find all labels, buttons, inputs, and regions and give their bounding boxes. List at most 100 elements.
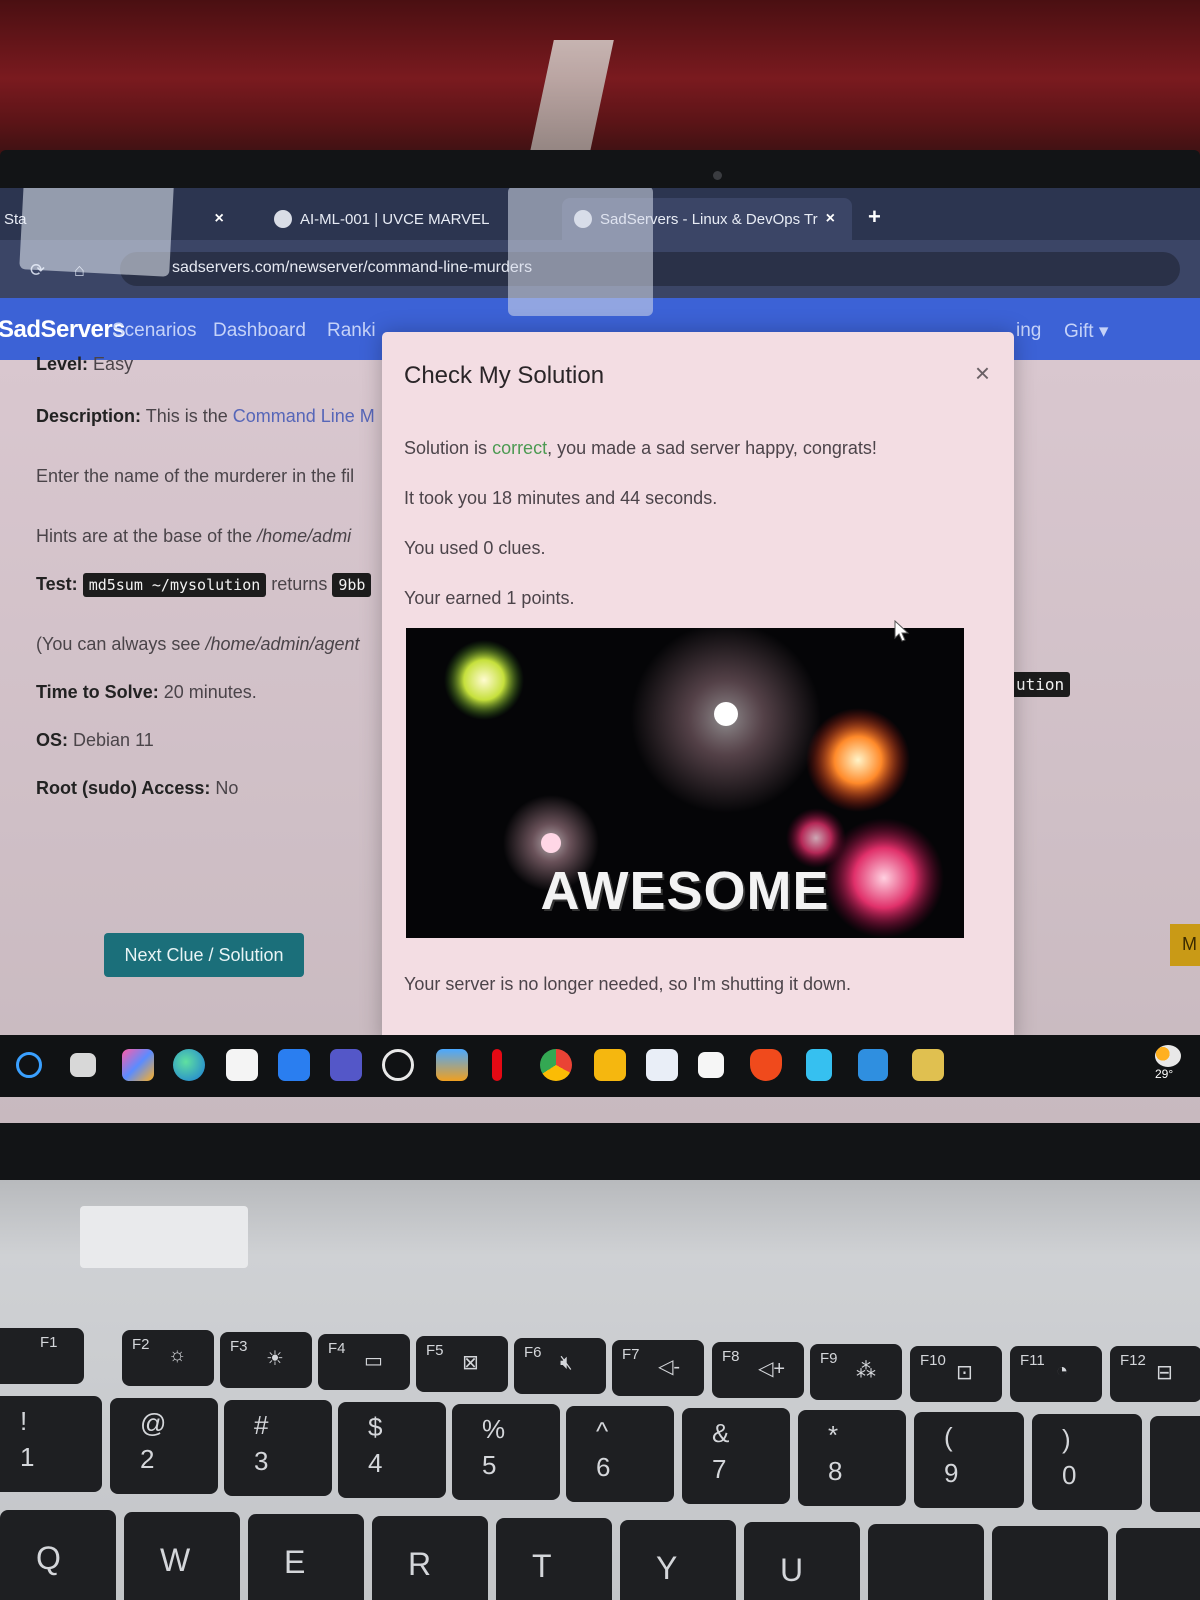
key-7[interactable]: & 7 bbox=[682, 1408, 790, 1504]
key-4[interactable]: $4 bbox=[338, 1402, 446, 1498]
shutdown-message: Your server is no longer needed, so I'm … bbox=[404, 974, 852, 994]
screen-off-icon: ⊠ bbox=[462, 1352, 479, 1374]
key-i[interactable] bbox=[868, 1524, 984, 1600]
key-1[interactable]: ! 1 bbox=[0, 1396, 102, 1492]
level-line: Level: Easy bbox=[36, 354, 134, 374]
key-2[interactable]: @2 bbox=[110, 1398, 218, 1494]
key-y[interactable]: Y bbox=[620, 1520, 736, 1600]
key-5[interactable]: % 5 bbox=[452, 1404, 560, 1500]
test-line: Test: md5sum ~/mysolution returns 9bb bbox=[36, 573, 372, 597]
netflix-icon[interactable] bbox=[492, 1049, 502, 1081]
key-f1[interactable]: F1 bbox=[0, 1328, 84, 1384]
key-f11[interactable]: F11 ◔ bbox=[1010, 1346, 1102, 1402]
key-r[interactable]: R bbox=[372, 1516, 488, 1600]
mute-icon: 🔇︎ bbox=[560, 1352, 573, 1374]
os-line: OS: Debian 11 bbox=[36, 730, 154, 750]
screen-glare bbox=[19, 188, 175, 277]
whiteboard-icon[interactable] bbox=[646, 1049, 678, 1081]
key-3[interactable]: #3 bbox=[224, 1400, 332, 1496]
teams-icon[interactable] bbox=[330, 1049, 362, 1081]
key-t[interactable]: T bbox=[496, 1518, 612, 1600]
key-9[interactable]: (9 bbox=[914, 1412, 1024, 1508]
camera-lock-icon: ⊡ bbox=[956, 1362, 973, 1384]
key-0[interactable]: ) 0 bbox=[1032, 1414, 1142, 1510]
performance-icon: ◔ bbox=[1056, 1360, 1069, 1382]
nav-dashboard[interactable]: Dashboard bbox=[213, 320, 306, 342]
edge-icon[interactable] bbox=[173, 1049, 205, 1081]
vscode-icon[interactable] bbox=[858, 1049, 888, 1081]
nav-ranking[interactable]: Ranki bbox=[327, 320, 376, 342]
brightness-up-icon: ☀ bbox=[266, 1348, 284, 1370]
notepad-icon[interactable] bbox=[806, 1049, 832, 1081]
key-f5[interactable]: F5 ⊠ bbox=[416, 1336, 508, 1392]
slack-icon[interactable] bbox=[912, 1049, 944, 1081]
nav-right-link[interactable]: ing bbox=[1016, 320, 1041, 342]
awesome-text: AWESOME bbox=[540, 861, 830, 921]
key-f6[interactable]: F6 🔇︎ bbox=[514, 1338, 606, 1394]
key-f10[interactable]: F10 ⊡ bbox=[910, 1346, 1002, 1402]
hints-line: Hints are at the base of the /home/admi bbox=[36, 526, 352, 546]
new-tab-button[interactable]: + bbox=[868, 204, 881, 230]
modal-title: Check My Solution bbox=[404, 362, 605, 389]
check-solution-modal: Check My Solution × Solution is correct,… bbox=[382, 332, 1014, 1044]
command-line-murders-link[interactable]: Command Line M bbox=[233, 406, 375, 426]
key-q[interactable]: Q bbox=[0, 1510, 116, 1600]
windows-taskbar: 29° bbox=[0, 1035, 1200, 1097]
description-line: Description: This is the Command Line M bbox=[36, 406, 375, 426]
quick-assist-icon[interactable] bbox=[278, 1049, 310, 1081]
close-icon[interactable]: × bbox=[826, 210, 835, 228]
close-icon[interactable]: × bbox=[215, 210, 224, 228]
nav-scenarios[interactable]: Scenarios bbox=[112, 320, 197, 342]
key-f8[interactable]: F8 ◁+ bbox=[712, 1342, 804, 1398]
file-explorer-icon[interactable] bbox=[594, 1049, 626, 1081]
brave-icon[interactable] bbox=[750, 1049, 782, 1081]
search-icon[interactable] bbox=[16, 1052, 42, 1078]
key-f7[interactable]: F7 ◁- bbox=[612, 1340, 704, 1396]
key-p[interactable] bbox=[1116, 1528, 1200, 1600]
key-f2[interactable]: F2 ☼ bbox=[122, 1330, 214, 1386]
key-f9[interactable]: F9 ⁂ bbox=[810, 1344, 902, 1400]
screen-glare bbox=[508, 188, 653, 316]
chatgpt-icon[interactable] bbox=[382, 1049, 414, 1081]
key-u[interactable]: U bbox=[744, 1522, 860, 1600]
root-access-line: Root (sudo) Access: No bbox=[36, 778, 239, 798]
laptop-hinge bbox=[80, 1206, 248, 1268]
store-icon[interactable] bbox=[226, 1049, 258, 1081]
key-f4[interactable]: F4 ▭ bbox=[318, 1334, 410, 1390]
photos-icon[interactable] bbox=[436, 1049, 468, 1081]
awesome-fireworks-gif: AWESOME bbox=[406, 628, 964, 938]
key-e[interactable]: E bbox=[248, 1514, 364, 1600]
favicon-icon bbox=[274, 210, 292, 228]
test-hash: 9bb bbox=[332, 573, 372, 597]
brightness-down-icon: ☼ bbox=[168, 1344, 187, 1366]
weather-widget[interactable]: 29° bbox=[1155, 1045, 1200, 1081]
volume-down-icon: ◁- bbox=[658, 1356, 681, 1378]
close-icon[interactable]: × bbox=[975, 358, 990, 389]
key-f3[interactable]: F3 ☀ bbox=[220, 1332, 312, 1388]
tab-uvce-marvel[interactable]: AI-ML-001 | UVCE MARVEL bbox=[262, 198, 542, 240]
weather-temp: 29° bbox=[1155, 1067, 1174, 1081]
key-6[interactable]: ^ 6 bbox=[566, 1406, 674, 1502]
key-w[interactable]: W bbox=[124, 1512, 240, 1600]
see-line: (You can always see /home/admin/agent bbox=[36, 634, 360, 654]
time-taken-line: It took you 18 minutes and 44 seconds. bbox=[404, 488, 718, 508]
chrome-icon[interactable] bbox=[540, 1049, 572, 1081]
points-line: Your earned 1 points. bbox=[404, 588, 575, 608]
next-clue-button[interactable]: Next Clue / Solution bbox=[104, 933, 304, 977]
solution-code-tag: ution bbox=[1010, 672, 1071, 697]
notion-icon[interactable] bbox=[698, 1052, 724, 1078]
site-brand[interactable]: SadServers bbox=[0, 316, 126, 344]
laptop-screen: Sta × AI-ML-001 | UVCE MARVEL SadServers… bbox=[0, 188, 1200, 1123]
copilot-icon[interactable] bbox=[122, 1049, 154, 1081]
nav-gift[interactable]: Gift ▾ bbox=[1064, 320, 1108, 343]
key-8[interactable]: * 8 bbox=[798, 1410, 906, 1506]
lock-icon: ⊟ bbox=[1156, 1362, 1173, 1384]
enter-line: Enter the name of the murderer in the fi… bbox=[36, 466, 355, 486]
side-yellow-button[interactable]: M bbox=[1170, 924, 1200, 966]
key-o[interactable] bbox=[992, 1526, 1108, 1600]
key-minus[interactable] bbox=[1150, 1416, 1200, 1512]
key-f12[interactable]: F12 ⊟ bbox=[1110, 1346, 1200, 1402]
test-command: md5sum ~/mysolution bbox=[82, 573, 267, 597]
task-view-icon[interactable] bbox=[70, 1053, 96, 1077]
time-line: Time to Solve: 20 minutes. bbox=[36, 682, 257, 702]
